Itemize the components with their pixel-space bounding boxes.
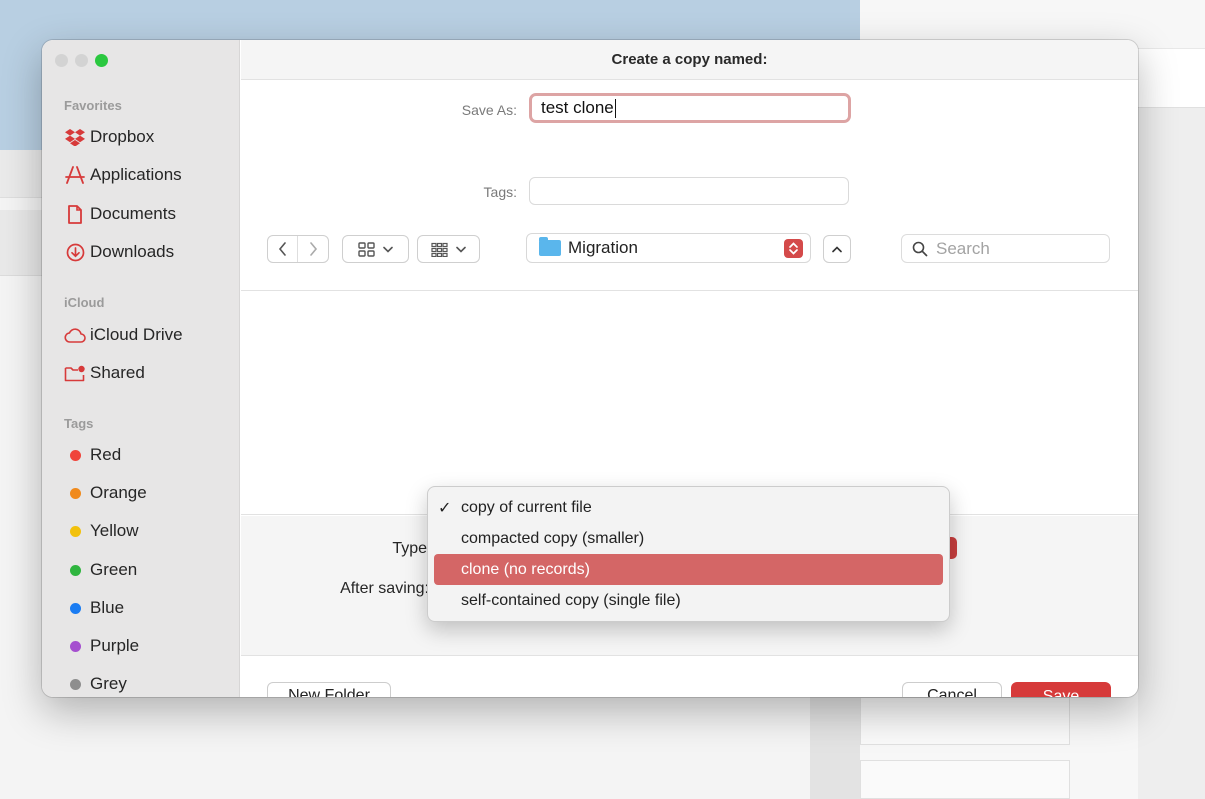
sidebar-item-label: iCloud Drive	[90, 325, 183, 344]
zoom-window-button[interactable]	[95, 54, 108, 67]
chevron-up-icon	[832, 245, 842, 252]
chevron-right-icon	[309, 242, 317, 256]
tag-color-dot	[69, 602, 81, 614]
tags-input[interactable]	[529, 177, 849, 205]
tag-color-dot	[69, 525, 81, 537]
sidebar-item-label: Orange	[90, 483, 147, 502]
tags-label: Tags:	[483, 184, 517, 200]
new-folder-button[interactable]: New Folder	[267, 682, 391, 697]
location-popup[interactable]: Migration	[526, 233, 811, 263]
group-grid-icon	[431, 242, 448, 257]
save-as-label: Save As:	[461, 102, 517, 118]
sidebar-tag-grey[interactable]: Grey	[56, 670, 228, 697]
sidebar-item-icloud-drive[interactable]: iCloud Drive	[56, 321, 228, 349]
applications-icon	[60, 166, 90, 184]
file-browser[interactable]	[241, 290, 1138, 515]
sidebar: Favorites Dropbox Applications Documents…	[42, 40, 240, 697]
dropbox-icon	[60, 128, 90, 146]
sidebar-item-label: Yellow	[90, 521, 139, 540]
background-box	[860, 697, 1070, 745]
background-panel	[1138, 108, 1205, 799]
search-placeholder: Search	[936, 238, 990, 258]
sidebar-item-label: Shared	[90, 363, 145, 382]
tag-color-dot	[69, 640, 81, 652]
menu-item-label: copy of current file	[461, 498, 592, 516]
view-mode-button[interactable]	[342, 235, 409, 263]
sidebar-item-label: Dropbox	[90, 127, 155, 146]
close-window-button[interactable]	[55, 54, 68, 67]
document-icon	[60, 204, 90, 224]
sidebar-tag-green[interactable]: Green	[56, 556, 228, 584]
search-field[interactable]: Search	[901, 234, 1110, 263]
sidebar-item-shared[interactable]: Shared	[56, 359, 228, 387]
background-column	[810, 690, 860, 799]
sidebar-item-documents[interactable]: Documents	[56, 200, 228, 228]
sidebar-tag-purple[interactable]: Purple	[56, 632, 228, 660]
back-forward-control	[267, 235, 329, 263]
checkmark-icon: ✓	[438, 500, 452, 517]
save-as-value: test clone	[541, 98, 614, 117]
type-menu: ✓ copy of current file compacted copy (s…	[427, 486, 950, 622]
sidebar-tag-red[interactable]: Red	[56, 441, 228, 469]
download-icon	[60, 243, 90, 262]
save-as-input[interactable]: test clone	[529, 93, 851, 123]
sidebar-item-label: Purple	[90, 636, 140, 655]
sidebar-tag-blue[interactable]: Blue	[56, 594, 228, 622]
menu-item-label: compacted copy (smaller)	[461, 529, 645, 547]
after-saving-label: After saving:	[340, 580, 429, 597]
icon-view-icon	[358, 241, 375, 257]
sidebar-item-label: Grey	[90, 674, 127, 693]
tag-color-dot	[69, 564, 81, 576]
up-down-chevron-icon	[789, 242, 798, 255]
chevron-left-icon	[278, 242, 286, 256]
sidebar-heading-tags: Tags	[64, 416, 94, 431]
background-box	[860, 760, 1070, 799]
menu-item-copy-of-current-file[interactable]: ✓ copy of current file	[434, 492, 943, 523]
dialog-titlebar: Create a copy named:	[241, 40, 1138, 80]
type-label: Type	[392, 540, 427, 557]
shared-folder-icon	[60, 365, 90, 382]
sidebar-item-label: Applications	[90, 165, 182, 184]
sidebar-heading-icloud: iCloud	[64, 295, 105, 310]
back-button[interactable]	[268, 236, 299, 262]
menu-item-self-contained-copy[interactable]: self-contained copy (single file)	[434, 585, 943, 616]
text-caret	[614, 98, 616, 118]
cloud-icon	[60, 327, 90, 343]
chevron-down-icon	[383, 246, 393, 253]
sidebar-item-downloads[interactable]: Downloads	[56, 238, 228, 266]
collapse-button[interactable]	[823, 235, 851, 263]
location-stepper	[784, 239, 803, 258]
sidebar-item-label: Red	[90, 445, 122, 464]
background-panel	[1138, 48, 1205, 108]
group-by-button[interactable]	[417, 235, 480, 263]
location-label: Migration	[568, 238, 638, 257]
tag-color-dot	[69, 487, 81, 499]
folder-icon	[539, 237, 561, 256]
sidebar-item-label: Documents	[90, 204, 176, 223]
cancel-button[interactable]: Cancel	[902, 682, 1002, 697]
sidebar-heading-favorites: Favorites	[64, 98, 122, 113]
sidebar-item-label: Green	[90, 560, 138, 579]
search-icon	[912, 241, 928, 256]
minimize-window-button[interactable]	[75, 54, 88, 67]
save-button[interactable]: Save	[1011, 682, 1111, 697]
dialog-title: Create a copy named:	[611, 51, 768, 68]
sidebar-tag-yellow[interactable]: Yellow	[56, 517, 228, 545]
chevron-down-icon	[456, 246, 466, 253]
menu-item-clone[interactable]: clone (no records)	[434, 554, 943, 585]
sidebar-item-label: Downloads	[90, 242, 175, 261]
sidebar-item-dropbox[interactable]: Dropbox	[56, 123, 228, 151]
sidebar-tag-orange[interactable]: Orange	[56, 479, 228, 507]
sidebar-item-label: Blue	[90, 598, 125, 617]
menu-item-label: clone (no records)	[461, 560, 590, 578]
menu-item-label: self-contained copy (single file)	[461, 591, 681, 609]
sidebar-item-applications[interactable]: Applications	[56, 161, 228, 189]
tag-color-dot	[69, 449, 81, 461]
tag-color-dot	[69, 678, 81, 690]
menu-item-compacted-copy[interactable]: compacted copy (smaller)	[434, 523, 943, 554]
forward-button[interactable]	[298, 236, 328, 262]
